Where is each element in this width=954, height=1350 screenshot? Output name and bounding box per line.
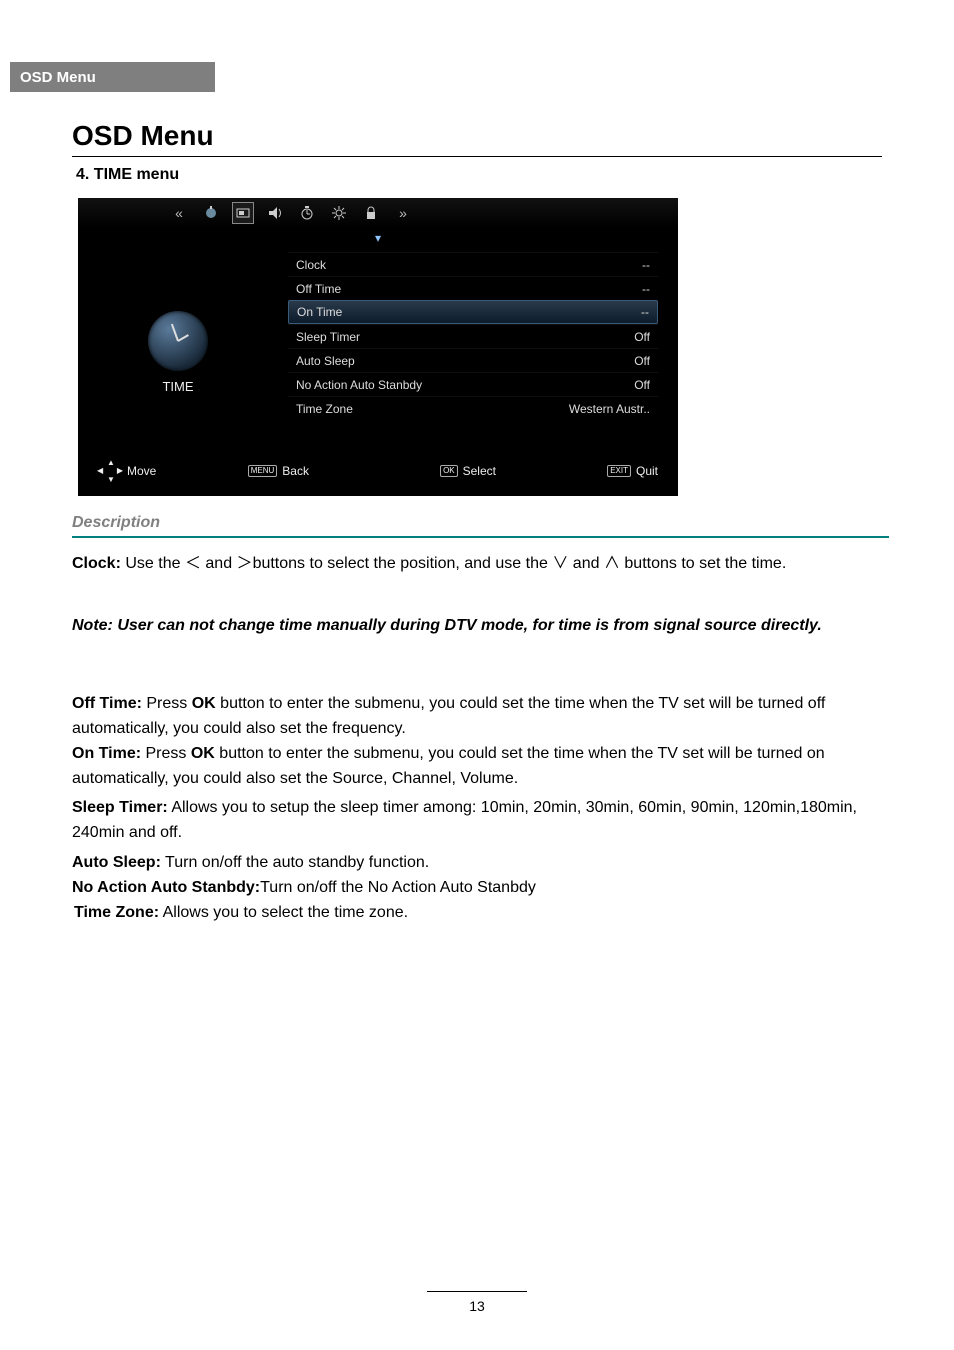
offtime-description: Off Time: Press OK button to enter the s… <box>72 692 889 742</box>
osd-settings-list: Clock -- Off Time -- On Time -- Sleep Ti… <box>278 248 678 456</box>
text: buttons to select the position, and use … <box>253 555 553 572</box>
row-label: Time Zone <box>296 402 353 416</box>
down-arrow-glyph: ∨ <box>552 555 568 572</box>
list-item[interactable]: Clock -- <box>288 252 658 276</box>
noaction-description: No Action Auto Stanbdy:Turn on/off the N… <box>72 876 889 901</box>
text: Allows you to select the time zone. <box>159 904 408 921</box>
sleeptimer-label: Sleep Timer: <box>72 799 168 816</box>
hint-quit-label: Quit <box>636 464 658 478</box>
note-text: Note: User can not change time manually … <box>72 614 889 639</box>
row-value: -- <box>641 305 649 319</box>
header-tab: OSD Menu <box>10 62 215 92</box>
text: and <box>568 555 604 572</box>
row-label: Auto Sleep <box>296 354 355 368</box>
list-item[interactable]: Off Time -- <box>288 276 658 300</box>
text: Press <box>142 695 192 712</box>
sleeptimer-description: Sleep Timer: Allows you to setup the sle… <box>72 796 889 846</box>
row-value: Off <box>634 330 650 344</box>
row-label: On Time <box>297 305 342 319</box>
hint-select: OK Select <box>440 464 496 478</box>
sound-icon <box>264 202 286 224</box>
osd-tab-bar: « » <box>78 198 678 228</box>
row-label: Clock <box>296 258 326 272</box>
offtime-label: Off Time: <box>72 695 142 712</box>
clock-illustration-icon <box>148 311 208 371</box>
hint-back: MENU Back <box>248 464 309 478</box>
satellite-icon <box>200 202 222 224</box>
text: Turn on/off the auto standby function. <box>161 854 429 871</box>
option-icon <box>328 202 350 224</box>
text: and <box>201 555 237 572</box>
row-value: Off <box>634 354 650 368</box>
tab-next-icon: » <box>392 202 414 224</box>
row-value: Off <box>634 378 650 392</box>
list-item[interactable]: Auto Sleep Off <box>288 348 658 372</box>
list-item[interactable]: Time Zone Western Austr.. <box>288 396 658 420</box>
exit-key-icon: EXIT <box>607 465 631 477</box>
ok-key-icon: OK <box>440 465 458 477</box>
time-icon <box>296 202 318 224</box>
osd-body: TIME Clock -- Off Time -- On Time -- Sle… <box>78 248 678 456</box>
ok-bold: OK <box>191 745 215 762</box>
hint-move: ▲▼◀▶ Move <box>98 459 156 483</box>
osd-hint-bar: ▲▼◀▶ Move MENU Back OK Select EXIT Quit <box>78 456 678 486</box>
list-item[interactable]: Sleep Timer Off <box>288 324 658 348</box>
row-value: -- <box>642 258 650 272</box>
hint-quit: EXIT Quit <box>607 464 658 478</box>
hint-move-label: Move <box>127 464 156 478</box>
text: Press <box>141 745 191 762</box>
text: buttons to set the time. <box>620 555 786 572</box>
page-title: OSD Menu <box>72 120 214 152</box>
row-label: Sleep Timer <box>296 330 360 344</box>
row-label: Off Time <box>296 282 341 296</box>
text: Allows you to setup the sleep timer amon… <box>72 799 857 841</box>
timezone-description: Time Zone: Allows you to select the time… <box>74 901 891 926</box>
text: Turn on/off the No Action Auto Stanbdy <box>260 879 536 896</box>
row-label: No Action Auto Stanbdy <box>296 378 422 392</box>
text: Use the <box>121 555 185 572</box>
description-rule <box>72 536 889 538</box>
clock-label: Clock: <box>72 555 121 572</box>
left-arrow-glyph: ＜ <box>185 555 201 572</box>
up-arrow-glyph: ∧ <box>604 555 620 572</box>
list-item[interactable]: No Action Auto Stanbdy Off <box>288 372 658 396</box>
ontime-description: On Time: Press OK button to enter the su… <box>72 742 889 792</box>
noaction-label: No Action Auto Stanbdy: <box>72 879 260 896</box>
ok-bold: OK <box>192 695 216 712</box>
title-rule <box>72 156 882 157</box>
osd-down-chevron: ▾ <box>78 228 678 248</box>
autosleep-label: Auto Sleep: <box>72 854 161 871</box>
list-item[interactable]: On Time -- <box>288 300 658 324</box>
tab-prev-icon: « <box>168 202 190 224</box>
timezone-label: Time Zone: <box>74 904 159 921</box>
osd-category-label: TIME <box>162 379 193 394</box>
osd-category-panel: TIME <box>78 248 278 456</box>
section-subtitle: 4. TIME menu <box>76 166 179 184</box>
dpad-icon: ▲▼◀▶ <box>98 459 122 483</box>
hint-select-label: Select <box>463 464 496 478</box>
row-value: Western Austr.. <box>569 402 650 416</box>
page-number: 13 <box>469 1298 485 1314</box>
clock-description: Clock: Use the ＜ and ＞buttons to select … <box>72 552 889 577</box>
channel-icon <box>232 202 254 224</box>
ontime-label: On Time: <box>72 745 141 762</box>
lock-icon <box>360 202 382 224</box>
row-value: -- <box>642 282 650 296</box>
footer-rule <box>427 1291 527 1292</box>
right-arrow-glyph: ＞ <box>237 555 253 572</box>
hint-back-label: Back <box>282 464 309 478</box>
autosleep-description: Auto Sleep: Turn on/off the auto standby… <box>72 851 889 876</box>
description-heading: Description <box>72 514 160 532</box>
menu-key-icon: MENU <box>248 465 278 477</box>
osd-screenshot: « » ▾ TIME Clock -- <box>78 198 678 496</box>
